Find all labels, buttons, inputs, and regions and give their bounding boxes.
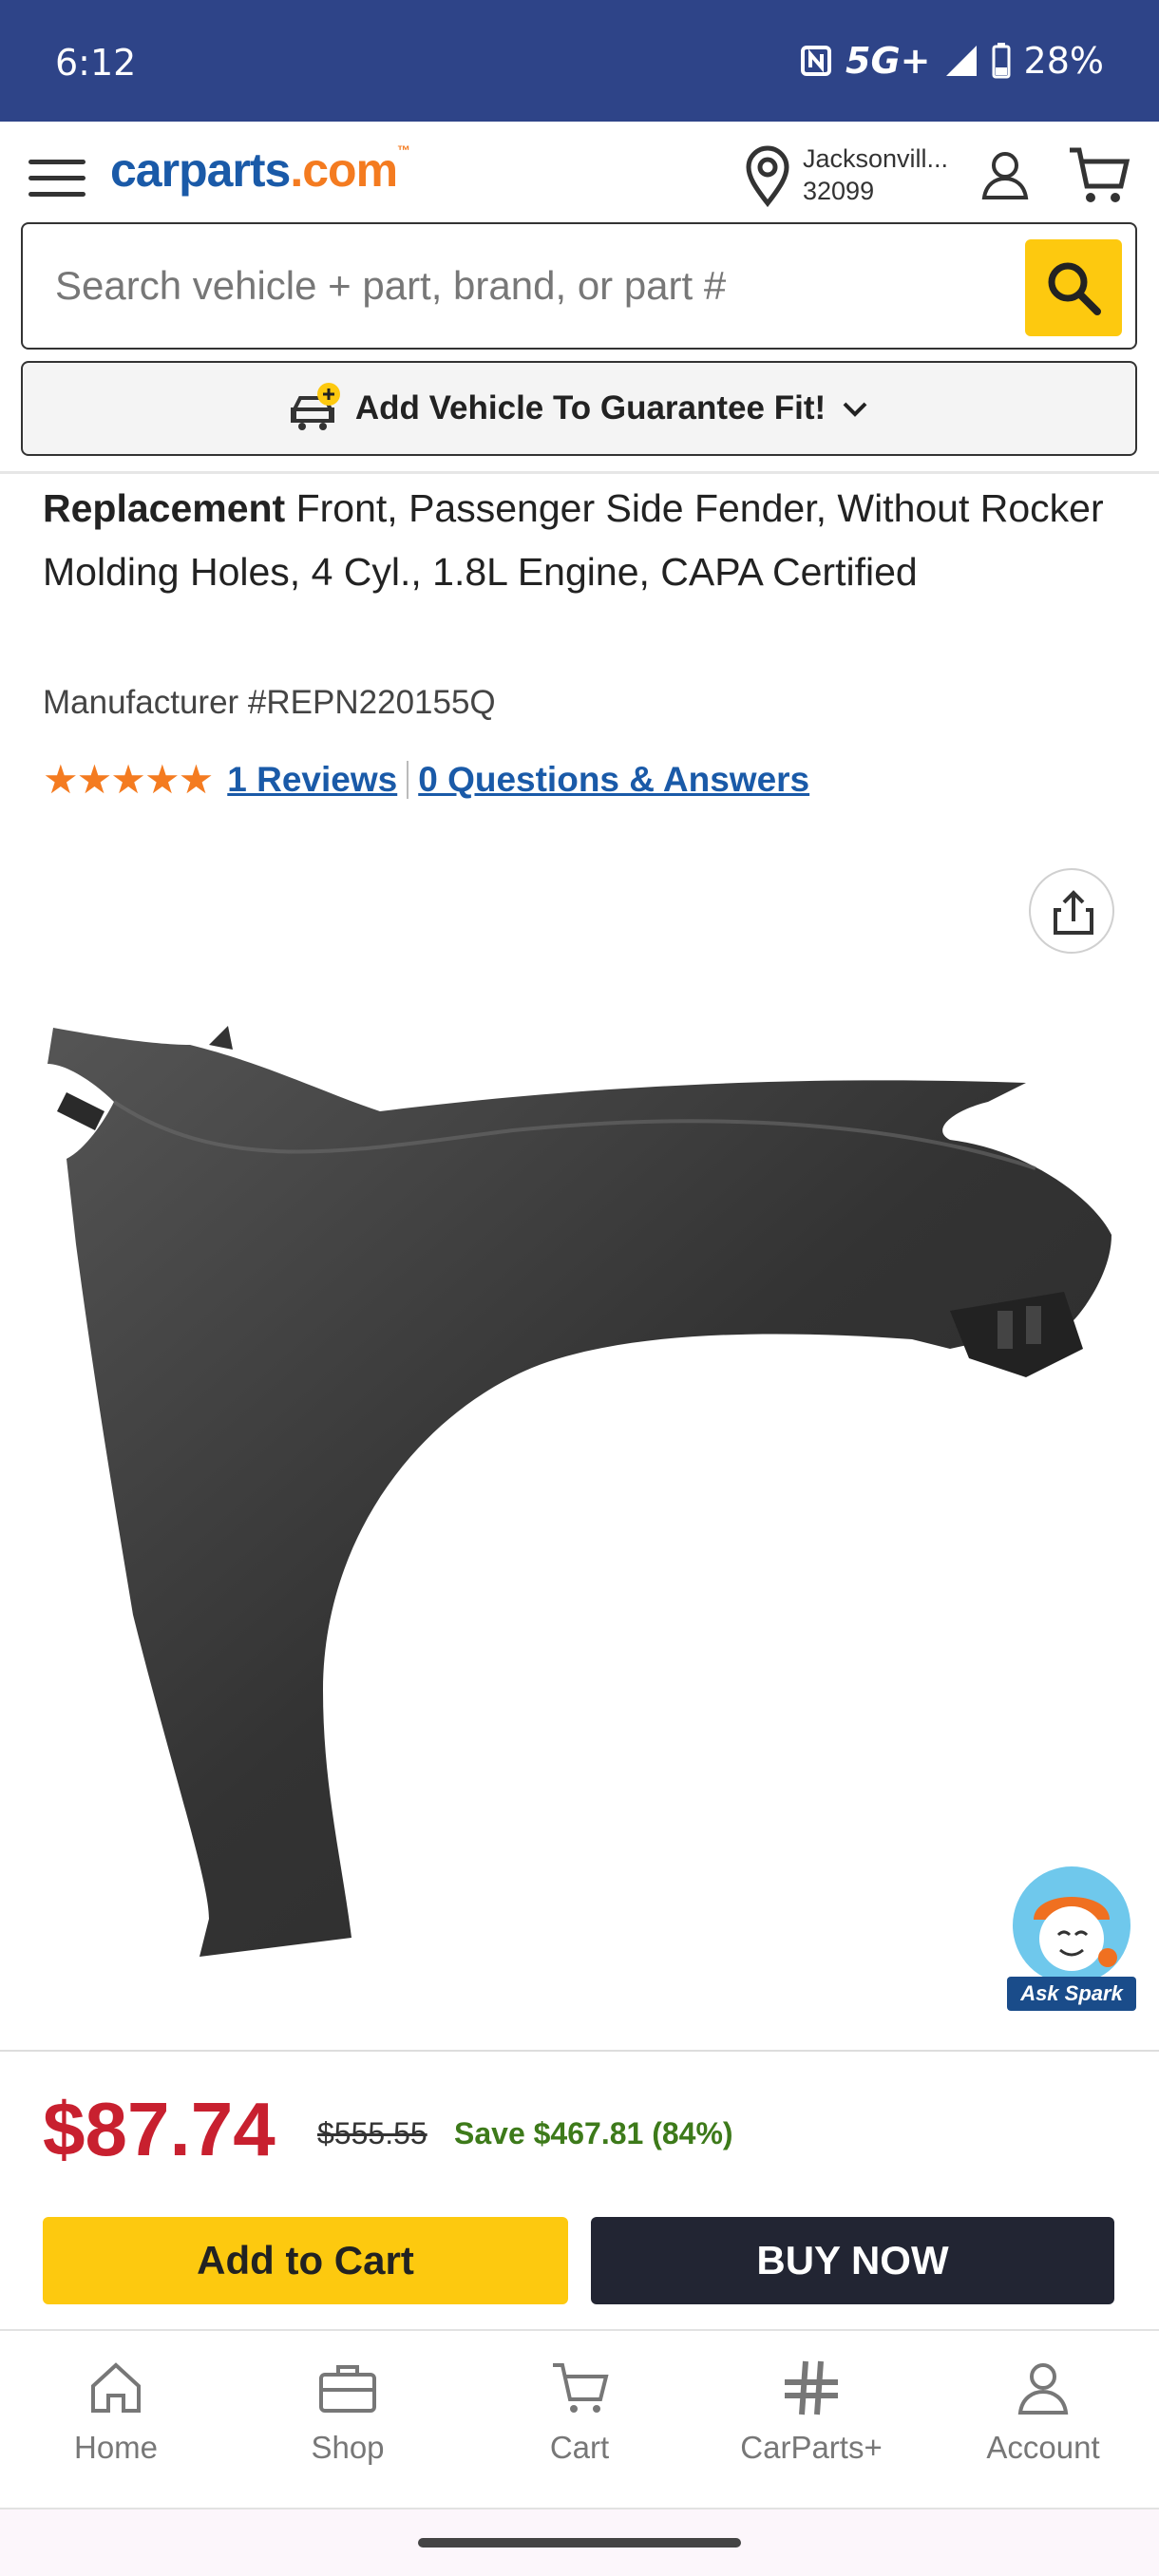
cart-icon — [553, 2363, 609, 2413]
nav-home-label: Home — [73, 2430, 159, 2465]
network-type: 5G+ — [846, 40, 931, 82]
nav-account-label: Account — [986, 2430, 1100, 2465]
carparts-logo[interactable]: carparts.com™ — [110, 142, 410, 198]
location-text[interactable]: Jacksonvill... 32099 — [803, 142, 948, 207]
divider — [407, 760, 409, 799]
nfc-icon — [801, 46, 832, 76]
add-vehicle-button[interactable]: Add Vehicle To Guarantee Fit! — [21, 361, 1137, 456]
star-rating-icon: ★★★★★ — [43, 757, 214, 802]
search-button[interactable] — [1025, 239, 1122, 336]
add-vehicle-label: Add Vehicle To Guarantee Fit! — [354, 389, 826, 426]
nav-shop[interactable]: Shop — [232, 2331, 464, 2508]
location-zip: 32099 — [803, 177, 875, 205]
battery-level: 28% — [1023, 40, 1104, 82]
status-indicators: 5G+ 28% — [800, 40, 1104, 82]
nav-cart[interactable]: Cart — [464, 2331, 695, 2508]
divider — [0, 471, 1159, 474]
divider — [0, 2050, 1159, 2052]
product-image[interactable] — [38, 1007, 1121, 1966]
account-icon — [1017, 2363, 1069, 2415]
buy-now-button[interactable]: BUY NOW — [591, 2217, 1114, 2304]
nav-carparts-plus-label: CarParts+ — [740, 2430, 883, 2465]
toolbox-icon — [319, 2365, 376, 2413]
signal-icon — [945, 46, 977, 76]
search-input[interactable] — [55, 253, 1005, 319]
reviews-link[interactable]: 1 Reviews — [227, 760, 397, 800]
site-header: carparts.com™ Jacksonvill... 32099 — [0, 122, 1159, 220]
product-brand: Replacement — [43, 486, 286, 530]
ask-spark-label: Ask Spark — [1007, 1977, 1136, 2011]
car-add-icon — [290, 383, 340, 430]
nav-shop-label: Shop — [311, 2430, 385, 2465]
cart-icon[interactable] — [1066, 142, 1130, 207]
status-time: 6:12 — [55, 42, 137, 84]
spark-mascot-icon — [1013, 1866, 1130, 1984]
bottom-navigation: Home Shop Cart CarParts+ Account — [0, 2329, 1159, 2510]
rating-row: ★★★★★ 1 Reviews 0 Questions & Answers — [43, 756, 809, 803]
account-icon[interactable] — [977, 146, 1034, 203]
location-pin-icon[interactable] — [739, 142, 796, 209]
search-box — [21, 222, 1137, 350]
nav-home[interactable]: Home — [0, 2331, 232, 2508]
nav-carparts-plus[interactable]: CarParts+ — [695, 2331, 927, 2508]
home-icon — [91, 2362, 141, 2413]
add-to-cart-button[interactable]: Add to Cart — [43, 2217, 568, 2304]
questions-link[interactable]: 0 Questions & Answers — [418, 760, 809, 800]
share-icon — [1054, 890, 1093, 935]
product-title: Replacement Front, Passenger Side Fender… — [43, 477, 1116, 604]
gesture-area — [0, 2510, 1159, 2576]
location-city: Jacksonvill... — [803, 144, 949, 173]
ask-spark-button[interactable]: Ask Spark — [1007, 1866, 1136, 2014]
carparts-plus-icon — [785, 2360, 838, 2415]
share-button[interactable] — [1029, 868, 1114, 954]
nav-cart-label: Cart — [549, 2430, 610, 2465]
manufacturer-number: Manufacturer #REPN220155Q — [43, 684, 496, 721]
hamburger-menu-icon[interactable] — [28, 160, 86, 201]
home-gesture-bar[interactable] — [418, 2538, 741, 2548]
search-icon — [1048, 262, 1101, 315]
savings-text: Save $467.81 (84%) — [454, 2116, 733, 2150]
sale-price: $87.74 — [43, 2087, 276, 2171]
chevron-down-icon — [843, 402, 867, 417]
status-bar: 6:12 5G+ 28% — [0, 0, 1159, 122]
nav-account[interactable]: Account — [927, 2331, 1159, 2508]
original-price: $555.55 — [317, 2116, 428, 2150]
battery-icon — [992, 43, 1011, 79]
